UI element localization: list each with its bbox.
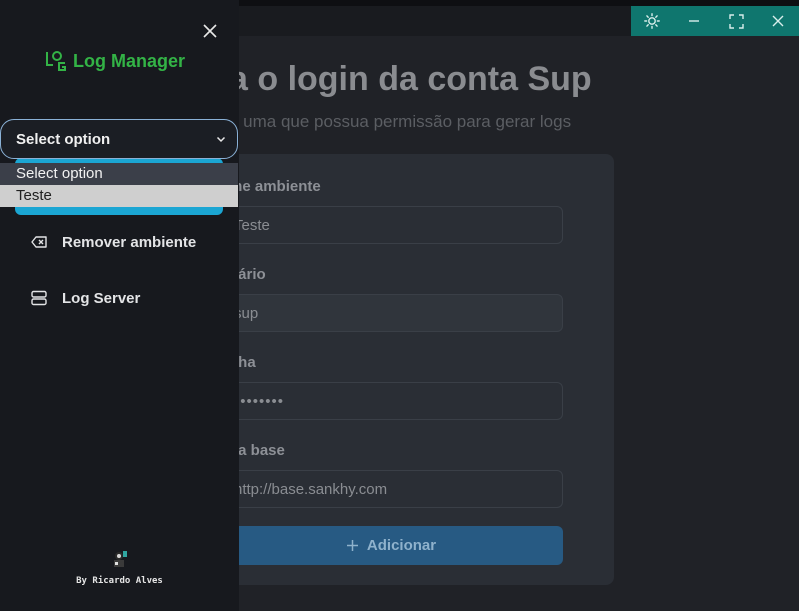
- base-url-label: da base: [239, 442, 285, 459]
- sidebar-item-log-server[interactable]: Log Server: [30, 289, 140, 307]
- main-content: a o login da conta Sup e uma que possua …: [239, 36, 799, 611]
- theme-toggle-button[interactable]: [638, 7, 666, 35]
- sidebar-item-label: Remover ambiente: [62, 233, 197, 251]
- chevron-down-icon: [216, 136, 226, 143]
- sidebar-item-label: Log Server: [62, 289, 141, 307]
- environment-name-input[interactable]: Teste: [239, 206, 563, 244]
- page-subtitle: e uma que possua permissão para gerar lo…: [239, 112, 572, 131]
- maximize-icon: [728, 13, 744, 29]
- username-input[interactable]: sup: [239, 294, 563, 332]
- author-credit: By Ricardo Alves: [0, 548, 239, 586]
- environment-select-value: Select option: [16, 130, 111, 148]
- minimize-icon: [689, 20, 699, 22]
- sun-icon: [644, 13, 660, 29]
- page-title: a o login da conta Sup: [239, 60, 592, 98]
- select-option-teste[interactable]: Teste: [0, 185, 238, 207]
- plus-icon: [346, 540, 358, 551]
- app-logo: Log Manager: [44, 49, 185, 73]
- sidebar-close-button[interactable]: [199, 20, 221, 42]
- login-form-card: me ambiente Teste uário sup nha ••••••••…: [239, 154, 614, 585]
- password-label: nha: [239, 354, 256, 371]
- app-name: Log Manager: [73, 50, 186, 71]
- base-url-input[interactable]: http://base.sankhy.com: [239, 470, 563, 508]
- author-name: By Ricardo Alves: [76, 576, 163, 586]
- close-icon: [203, 24, 217, 38]
- environment-select[interactable]: Select option: [0, 119, 238, 159]
- sidebar-drawer: Log Manager Select option Select option …: [0, 0, 239, 611]
- add-button[interactable]: Adicionar: [239, 526, 563, 565]
- add-button-label: Adicionar: [366, 537, 437, 554]
- server-icon: [31, 290, 47, 306]
- environment-name-label: me ambiente: [239, 178, 321, 195]
- delete-backspace-icon: [31, 236, 47, 248]
- sidebar-item-remove-environment[interactable]: Remover ambiente: [30, 233, 196, 251]
- username-label: uário: [239, 266, 266, 283]
- minimize-button[interactable]: [680, 7, 708, 35]
- environment-select-dropdown: Select option Teste: [0, 163, 238, 208]
- close-icon: [772, 15, 784, 27]
- log-manager-logo-icon: [46, 51, 66, 71]
- select-option-placeholder[interactable]: Select option: [0, 163, 238, 185]
- password-input[interactable]: ••••••••: [239, 382, 563, 420]
- window-close-button[interactable]: [764, 7, 792, 35]
- author-avatar-icon: [108, 548, 131, 570]
- window-controls: [631, 6, 799, 36]
- maximize-button[interactable]: [722, 7, 750, 35]
